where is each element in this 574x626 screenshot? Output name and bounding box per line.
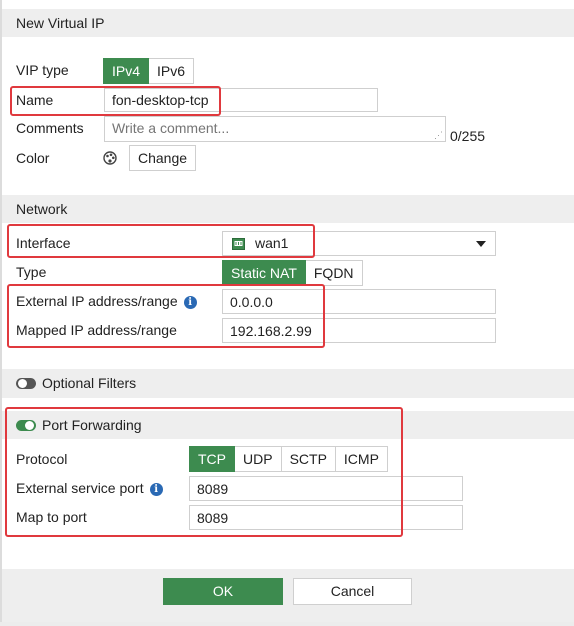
- interface-value: wan1: [255, 235, 289, 251]
- color-palette-icon: [103, 151, 117, 168]
- optional-filters-toggle[interactable]: [16, 378, 36, 389]
- type-toggle: Static NAT FQDN: [222, 260, 363, 286]
- interface-label: Interface: [16, 235, 71, 251]
- vip-type-ipv4-option[interactable]: IPv4: [103, 58, 150, 84]
- resize-grip-icon[interactable]: ⋰: [434, 131, 443, 140]
- map-port-input[interactable]: [189, 505, 463, 530]
- external-ip-label: External IP address/range i: [16, 293, 197, 309]
- comments-field[interactable]: ⋰: [104, 116, 446, 142]
- color-label: Color: [16, 150, 50, 166]
- external-port-input[interactable]: [189, 476, 463, 501]
- vip-type-label: VIP type: [16, 62, 69, 78]
- comments-input[interactable]: [105, 117, 439, 139]
- dialog-title: New Virtual IP: [2, 9, 574, 37]
- mapped-ip-input[interactable]: [222, 318, 496, 343]
- external-ip-input[interactable]: [222, 289, 496, 314]
- optional-filters-label: Optional Filters: [42, 375, 137, 391]
- protocol-tcp-option[interactable]: TCP: [189, 446, 235, 472]
- vip-type-toggle: IPv4 IPv6: [103, 58, 195, 84]
- external-ip-label-text: External IP address/range: [16, 293, 178, 309]
- type-label: Type: [16, 264, 47, 280]
- network-section-header: Network: [2, 195, 574, 223]
- comments-counter: 0/255: [450, 128, 486, 144]
- info-icon[interactable]: i: [149, 483, 163, 496]
- network-port-icon: [232, 237, 245, 253]
- protocol-label: Protocol: [16, 451, 68, 467]
- dialog-bottom-border: [0, 622, 574, 626]
- map-port-label: Map to port: [16, 509, 87, 525]
- name-input[interactable]: [104, 88, 378, 112]
- protocol-icmp-option[interactable]: ICMP: [335, 446, 388, 472]
- vip-type-ipv6-option[interactable]: IPv6: [149, 58, 195, 84]
- type-fqdn-option[interactable]: FQDN: [305, 260, 363, 286]
- type-static-nat-option[interactable]: Static NAT: [222, 260, 306, 286]
- protocol-toggle: TCP UDP SCTP ICMP: [189, 446, 388, 472]
- protocol-sctp-option[interactable]: SCTP: [281, 446, 336, 472]
- optional-filters-header: Optional Filters: [2, 369, 574, 398]
- ok-button[interactable]: OK: [163, 578, 283, 605]
- port-forwarding-label: Port Forwarding: [42, 417, 142, 433]
- cancel-button[interactable]: Cancel: [293, 578, 412, 605]
- comments-label: Comments: [16, 120, 84, 136]
- info-icon[interactable]: i: [183, 296, 197, 309]
- port-forwarding-toggle[interactable]: [16, 420, 36, 431]
- interface-select[interactable]: wan1: [222, 231, 496, 256]
- port-forwarding-header: Port Forwarding: [2, 411, 574, 439]
- external-port-label: External service port i: [16, 480, 163, 496]
- color-change-button[interactable]: Change: [129, 145, 196, 171]
- name-label: Name: [16, 92, 54, 108]
- dialog-footer: [2, 569, 574, 622]
- dialog-left-border: [0, 0, 2, 626]
- chevron-down-icon: [476, 241, 486, 247]
- external-port-label-text: External service port: [16, 480, 144, 496]
- mapped-ip-label: Mapped IP address/range: [16, 322, 177, 338]
- protocol-udp-option[interactable]: UDP: [235, 446, 282, 472]
